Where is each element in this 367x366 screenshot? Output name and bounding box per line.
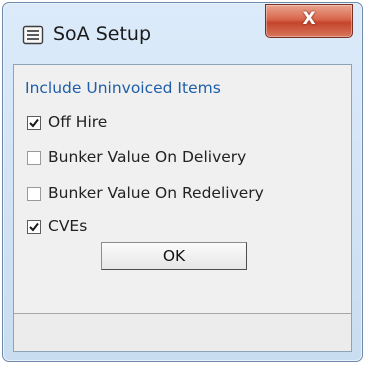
status-bar [14, 313, 351, 351]
checkbox-box[interactable] [27, 151, 41, 165]
checkmark-icon [29, 118, 39, 128]
checkbox-box[interactable] [27, 220, 41, 234]
document-lines-icon [22, 25, 44, 45]
checkbox-label: Bunker Value On Redelivery [48, 184, 264, 202]
checkbox-box[interactable] [27, 116, 41, 130]
checkbox-label: Off Hire [48, 113, 108, 131]
dialog-body: Include Uninvoiced Items Off Hire Bunker… [13, 64, 352, 352]
checkbox-box[interactable] [27, 187, 41, 201]
checkbox-label: Bunker Value On Delivery [48, 148, 247, 166]
ok-button[interactable]: OK [101, 242, 247, 270]
checkmark-icon [29, 222, 39, 232]
checkbox-label: CVEs [48, 217, 88, 235]
window-title: SoA Setup [53, 23, 152, 45]
close-icon: X [302, 9, 316, 29]
dialog-window: SoA Setup X Include Uninvoiced Items Off… [2, 2, 363, 362]
title-bar[interactable]: SoA Setup X [3, 3, 362, 63]
close-button[interactable]: X [265, 4, 353, 38]
section-heading: Include Uninvoiced Items [25, 79, 221, 97]
